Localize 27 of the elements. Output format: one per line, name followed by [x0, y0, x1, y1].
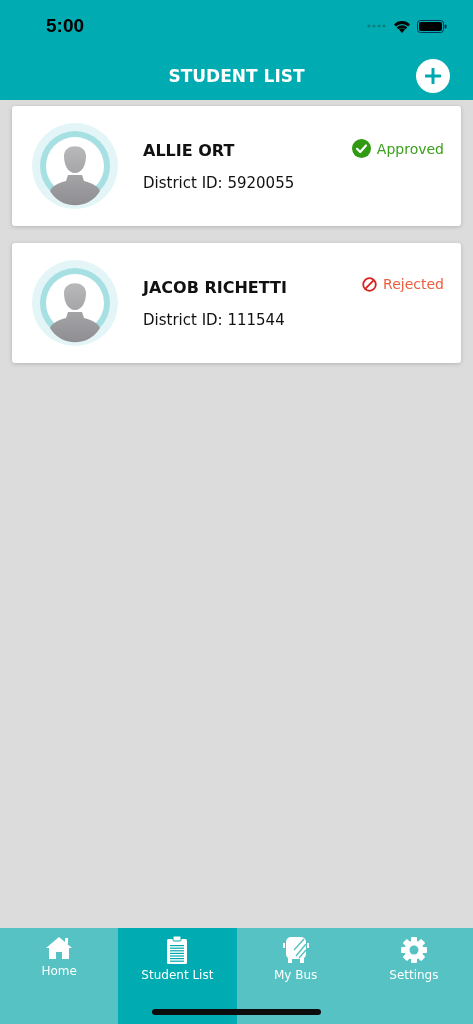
wifi-icon — [393, 19, 411, 33]
student-card[interactable]: JACOB RICHETTI District ID: 111544 Rejected — [12, 243, 461, 363]
battery-icon — [417, 19, 447, 33]
status-label: Rejected — [383, 276, 444, 292]
district-id: District ID: 111544 — [143, 310, 285, 329]
student-name: JACOB RICHETTI — [143, 277, 287, 297]
student-card[interactable]: ALLIE ORT District ID: 5920055 Approved — [12, 106, 461, 226]
district-id: District ID: 5920055 — [143, 173, 295, 192]
clipboard-icon — [166, 936, 189, 964]
avatar-icon — [32, 260, 118, 346]
page-title: STUDENT LIST — [168, 66, 305, 86]
status-time: 5:00 — [46, 15, 85, 37]
tab[interactable]: Settings — [354, 928, 473, 986]
status-label: Approved — [376, 140, 444, 157]
signal-icon — [367, 24, 387, 28]
bus-icon — [281, 936, 310, 964]
student-name: ALLIE ORT — [143, 140, 235, 160]
plus-icon — [425, 68, 441, 84]
check-circle-icon — [351, 139, 371, 158]
add-button[interactable] — [416, 59, 450, 93]
prohibited-icon — [362, 276, 378, 292]
tab[interactable]: Student List — [118, 928, 237, 1024]
home-icon — [45, 936, 74, 960]
settings-icon — [399, 936, 428, 964]
avatar-icon — [32, 123, 118, 209]
tab[interactable]: My Bus — [236, 928, 355, 986]
tab[interactable]: Home — [0, 928, 119, 986]
